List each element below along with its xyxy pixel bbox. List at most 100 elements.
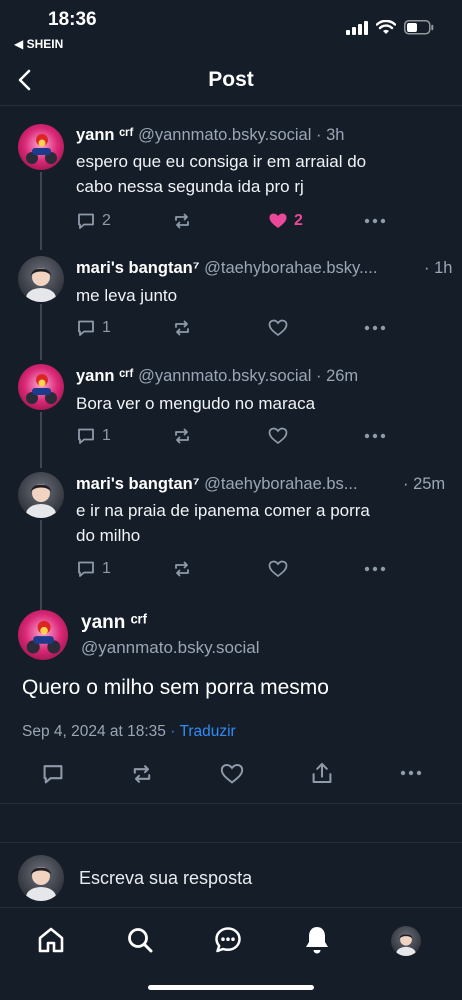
author-name[interactable]: yann ᶜʳᶠ — [76, 126, 134, 144]
reply-button[interactable]: 1 — [76, 559, 172, 579]
reply-icon — [78, 561, 94, 577]
thread-line — [40, 304, 42, 360]
more-icon — [364, 325, 386, 331]
post-time: · 3h — [316, 126, 345, 144]
more-button[interactable] — [364, 433, 386, 439]
translate-link[interactable]: Traduzir — [179, 723, 235, 740]
like-count: 2 — [294, 212, 303, 229]
repost-icon — [175, 320, 189, 336]
more-icon — [364, 566, 386, 572]
post-actions: 1 — [76, 557, 386, 581]
post-text-line: Bora ver o mengudo no maraca — [76, 394, 316, 413]
search-icon[interactable] — [125, 925, 155, 955]
author-handle[interactable]: @taehyborahae.bsky.... — [204, 259, 377, 277]
heart-icon — [268, 427, 288, 445]
post-text: espero que eu consiga ir em arraial do c… — [76, 149, 446, 199]
divider — [0, 842, 462, 843]
header-divider — [0, 105, 462, 106]
chat-icon[interactable] — [213, 925, 243, 955]
avatar[interactable] — [18, 472, 64, 518]
post-text-line: e ir na praia de ipanema comer a porra — [76, 501, 370, 520]
author-handle[interactable]: @yannmato.bsky.social — [138, 367, 311, 385]
post-header: yann ᶜʳᶠ @yannmato.bsky.social · 26m — [76, 367, 456, 386]
more-icon — [364, 218, 386, 224]
like-button[interactable]: 2 — [268, 211, 364, 231]
heart-icon — [268, 560, 288, 578]
more-icon[interactable] — [400, 770, 422, 776]
post-text-line: espero que eu consiga ir em arraial do — [76, 152, 367, 171]
divider — [0, 907, 462, 908]
post-text: me leva junto — [76, 283, 446, 308]
like-button[interactable] — [268, 318, 364, 338]
post-time: · 26m — [316, 367, 359, 385]
author-handle[interactable]: @taehyborahae.bs... — [204, 475, 357, 493]
author-name[interactable]: yann ᶜʳᶠ — [76, 367, 134, 385]
repost-icon[interactable] — [130, 762, 154, 786]
reply-icon — [78, 428, 94, 444]
reply-input[interactable]: Escreva sua resposta — [79, 868, 252, 889]
post-text-line: me leva junto — [76, 286, 178, 305]
heart-filled-icon — [269, 213, 287, 228]
main-author-handle[interactable]: @yannmato.bsky.social — [81, 638, 260, 658]
repost-button[interactable] — [172, 318, 268, 338]
more-button[interactable] — [364, 325, 386, 331]
repost-button[interactable] — [172, 211, 268, 231]
more-icon — [364, 433, 386, 439]
status-time: 18:36 — [48, 9, 97, 30]
my-avatar — [18, 855, 64, 901]
post-date-separator: · — [165, 723, 180, 740]
reply-button[interactable]: 1 — [76, 318, 172, 338]
share-icon[interactable] — [310, 761, 334, 785]
author-handle[interactable]: @yannmato.bsky.social — [138, 126, 311, 144]
repost-button[interactable] — [172, 426, 268, 446]
more-button[interactable] — [364, 218, 386, 224]
post-text: Bora ver o mengudo no maraca — [76, 391, 446, 416]
avatar[interactable] — [18, 256, 64, 302]
page-title: Post — [208, 68, 254, 91]
repost-icon — [175, 213, 189, 229]
thread-line — [40, 172, 42, 250]
post-actions: 1 — [76, 316, 386, 340]
post-time: · 25m — [403, 475, 446, 493]
post-time: · 1h — [424, 259, 453, 277]
author-name[interactable]: mari's bangtan⁷ — [76, 259, 200, 277]
post-header: yann ᶜʳᶠ @yannmato.bsky.social · 3h — [76, 126, 456, 145]
post-header: mari's bangtan⁷ @taehyborahae.bs... — [76, 475, 396, 494]
home-indicator — [148, 985, 314, 990]
profile-tab-avatar[interactable] — [391, 926, 421, 956]
divider — [0, 803, 462, 804]
status-icons — [346, 20, 434, 35]
thread-line — [40, 412, 42, 468]
avatar[interactable] — [18, 124, 64, 170]
reply-icon[interactable] — [41, 762, 65, 786]
battery-icon — [404, 20, 434, 35]
reply-count: 2 — [102, 212, 111, 229]
reply-count: 1 — [102, 560, 111, 577]
avatar[interactable] — [18, 610, 68, 660]
repost-icon — [175, 428, 189, 444]
post-date: Sep 4, 2024 at 18:35 — [22, 723, 166, 740]
post-text-line: do milho — [76, 526, 141, 545]
like-button[interactable] — [268, 426, 364, 446]
post-actions: 1 — [76, 424, 386, 448]
heart-icon — [268, 319, 288, 337]
signal-icon — [346, 20, 368, 35]
post-header: mari's bangtan⁷ @taehyborahae.bsky.... — [76, 259, 421, 278]
reply-icon — [78, 320, 94, 336]
author-name[interactable]: mari's bangtan⁷ — [76, 475, 200, 493]
bell-icon[interactable] — [302, 924, 332, 956]
heart-icon[interactable] — [220, 762, 244, 786]
like-button[interactable] — [268, 559, 364, 579]
avatar[interactable] — [18, 364, 64, 410]
reply-button[interactable]: 1 — [76, 426, 172, 446]
repost-button[interactable] — [172, 559, 268, 579]
reply-button[interactable]: 2 — [76, 211, 172, 231]
post-text-line: cabo nessa segunda ida pro rj — [76, 177, 304, 196]
more-button[interactable] — [364, 566, 386, 572]
home-icon[interactable] — [36, 925, 66, 955]
post-actions: 2 2 — [76, 209, 386, 233]
main-author-name[interactable]: yann ᶜʳᶠ — [81, 612, 147, 634]
back-to-app-link[interactable]: ◀ SHEIN — [14, 37, 63, 51]
post-date-row: Sep 4, 2024 at 18:35 · Traduzir — [22, 723, 236, 741]
reply-icon — [78, 213, 94, 229]
